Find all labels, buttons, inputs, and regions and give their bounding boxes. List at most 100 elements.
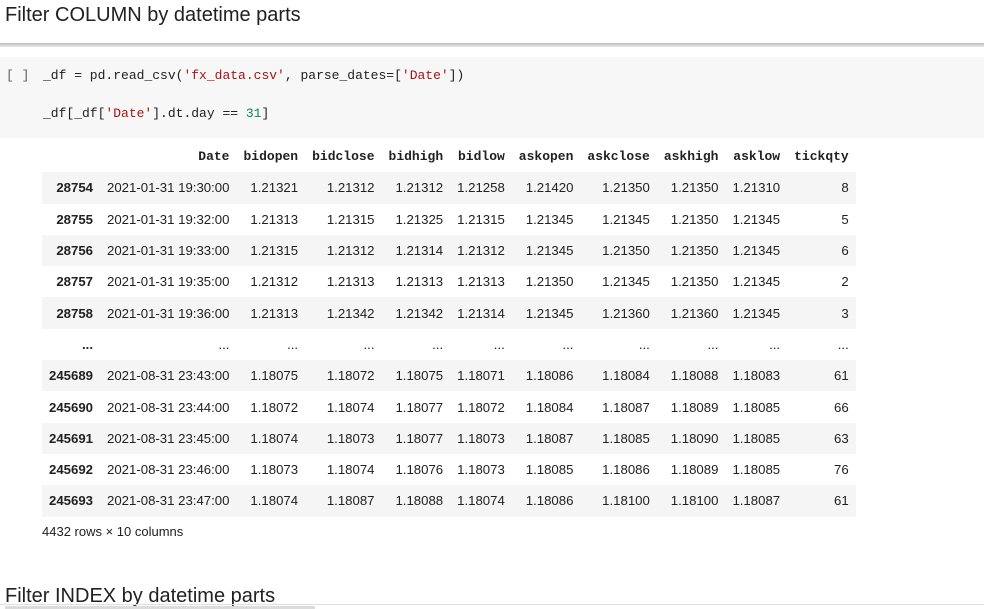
dataframe-shape: 4432 rows × 10 columns xyxy=(42,524,184,539)
table-cell: 1.21420 xyxy=(525,180,574,196)
table-cell: 61 xyxy=(834,493,849,509)
table-cell: 1.18086 xyxy=(525,493,574,509)
table-cell: 1.18100 xyxy=(602,493,650,509)
table-cell: 1.21315 xyxy=(457,211,505,227)
table-cell: 1.18074 xyxy=(250,493,299,509)
table-cell: 1.21350 xyxy=(670,180,719,196)
table-cell: 1.18073 xyxy=(250,462,299,478)
table-cell: ... xyxy=(218,336,230,352)
table-cell: 61 xyxy=(834,368,849,384)
table-cell: 1.18071 xyxy=(457,368,505,384)
table-row: 28757 2021-01-31 19:35:00 1.21312 1.21313 1.… xyxy=(42,266,856,297)
code-token: _df[_df[ xyxy=(43,106,106,121)
table-cell: 2021-01-31 19:35:00 xyxy=(107,274,230,290)
table-cell: ... xyxy=(769,336,781,352)
table-cell: ... xyxy=(837,336,849,352)
row-index: 245690 xyxy=(49,399,94,415)
table-cell: 1.18072 xyxy=(250,399,299,415)
table-cell: 1.18089 xyxy=(670,399,719,415)
table-cell: ... xyxy=(432,336,444,352)
table-cell: 1.18084 xyxy=(602,368,650,384)
table-cell: 2021-01-31 19:36:00 xyxy=(107,305,230,321)
table-cell: 1.21345 xyxy=(602,274,650,290)
table-cell: 2021-01-31 19:30:00 xyxy=(107,180,230,196)
table-cell: 1.21321 xyxy=(250,180,299,196)
table-cell: 1.21313 xyxy=(457,274,505,290)
table-cell: 1.18090 xyxy=(670,430,719,446)
table-cell: 1.18089 xyxy=(670,462,719,478)
table-cell: 1.18087 xyxy=(525,430,574,446)
section-divider xyxy=(0,604,984,605)
table-cell: 6 xyxy=(841,243,849,259)
table-cell: 2021-08-31 23:43:00 xyxy=(107,368,230,384)
table-cell: 1.18083 xyxy=(732,368,781,384)
table-cell: 66 xyxy=(834,399,849,415)
table-cell: 2 xyxy=(841,274,849,290)
run-cell-button[interactable]: [ ] xyxy=(6,68,29,83)
table-cell: 1.18085 xyxy=(525,462,574,478)
column-header: askclose xyxy=(587,149,650,165)
table-row: 28755 2021-01-31 19:32:00 1.21313 1.21315 1.… xyxy=(42,204,856,235)
table-cell: 5 xyxy=(841,211,849,227)
table-cell: ... xyxy=(363,336,375,352)
code-string-date: 'Date' xyxy=(401,68,449,83)
table-cell: 2021-08-31 23:46:00 xyxy=(107,462,230,478)
column-header: Date xyxy=(198,149,230,165)
table-cell: 1.21350 xyxy=(670,211,719,227)
table-cell: 3 xyxy=(841,305,849,321)
table-cell: 1.21345 xyxy=(525,243,574,259)
column-header: askhigh xyxy=(663,149,719,165)
column-header: bidclose xyxy=(312,149,375,165)
table-cell: 1.21312 xyxy=(395,180,444,196)
table-cell: 1.18074 xyxy=(250,430,299,446)
table-row: ................................. xyxy=(42,329,856,360)
code-token: ].dt.day == xyxy=(152,106,246,121)
table-cell: 1.21345 xyxy=(732,211,781,227)
column-header: tickqty xyxy=(794,149,849,165)
table-cell: 1.21360 xyxy=(670,305,719,321)
table-cell: 1.21350 xyxy=(602,243,650,259)
table-cell: 1.21345 xyxy=(525,211,574,227)
table-cell: 1.21310 xyxy=(732,180,781,196)
table-cell: ... xyxy=(638,336,650,352)
table-row: 28756 2021-01-31 19:33:00 1.21315 1.21312 1.… xyxy=(42,234,856,267)
table-cell: 1.18073 xyxy=(457,462,505,478)
column-header: bidlow xyxy=(457,149,505,165)
code-token: _df = pd.read_csv( xyxy=(43,68,184,83)
table-cell: 1.18088 xyxy=(395,493,444,509)
table-cell: 1.18074 xyxy=(326,399,375,415)
table-cell: 2021-08-31 23:47:00 xyxy=(107,493,230,509)
table-cell: 1.21345 xyxy=(525,305,574,321)
table-row: 245689 2021-08-31 23:43:00 1.18075 1.18072 1… xyxy=(42,360,856,392)
table-cell: 2021-08-31 23:45:00 xyxy=(107,430,230,446)
code-line-filter[interactable]: _df[_df['Date'].dt.day == 31] xyxy=(43,106,269,121)
table-row: 245693 2021-08-31 23:47:00 1.18074 1.18087 1… xyxy=(42,485,856,517)
table-cell: 1.18085 xyxy=(732,430,781,446)
table-cell: 1.21345 xyxy=(732,305,781,321)
table-cell: 1.18085 xyxy=(732,399,781,415)
table-cell: 1.18085 xyxy=(732,462,781,478)
table-cell: 1.21350 xyxy=(670,274,719,290)
table-cell: 1.18077 xyxy=(395,399,444,415)
table-cell: 2021-08-31 23:44:00 xyxy=(107,399,230,415)
table-cell: 1.21345 xyxy=(732,274,781,290)
table-cell: 1.21313 xyxy=(250,211,299,227)
column-header: bidopen xyxy=(243,149,299,165)
table-cell: 1.18073 xyxy=(326,430,375,446)
table-cell: 1.21315 xyxy=(326,211,375,227)
code-token: , parse_dates=[ xyxy=(284,68,402,83)
code-line-read-csv[interactable]: _df = pd.read_csv('fx_data.csv', parse_d… xyxy=(43,68,464,83)
table-cell: 1.18074 xyxy=(457,493,505,509)
row-index: 28755 xyxy=(56,211,94,227)
table-cell: 1.18073 xyxy=(457,430,505,446)
table-cell: 1.21312 xyxy=(250,274,299,290)
table-cell: 1.21313 xyxy=(395,274,444,290)
table-cell: 1.18086 xyxy=(602,462,650,478)
table-cell: 1.18088 xyxy=(670,368,719,384)
table-cell: 1.21345 xyxy=(732,243,781,259)
table-cell: 1.18072 xyxy=(457,399,505,415)
code-number-31: 31 xyxy=(245,106,262,121)
table-cell: 63 xyxy=(834,430,849,446)
row-index: 28754 xyxy=(56,180,94,196)
table-cell: 1.21342 xyxy=(326,305,375,321)
